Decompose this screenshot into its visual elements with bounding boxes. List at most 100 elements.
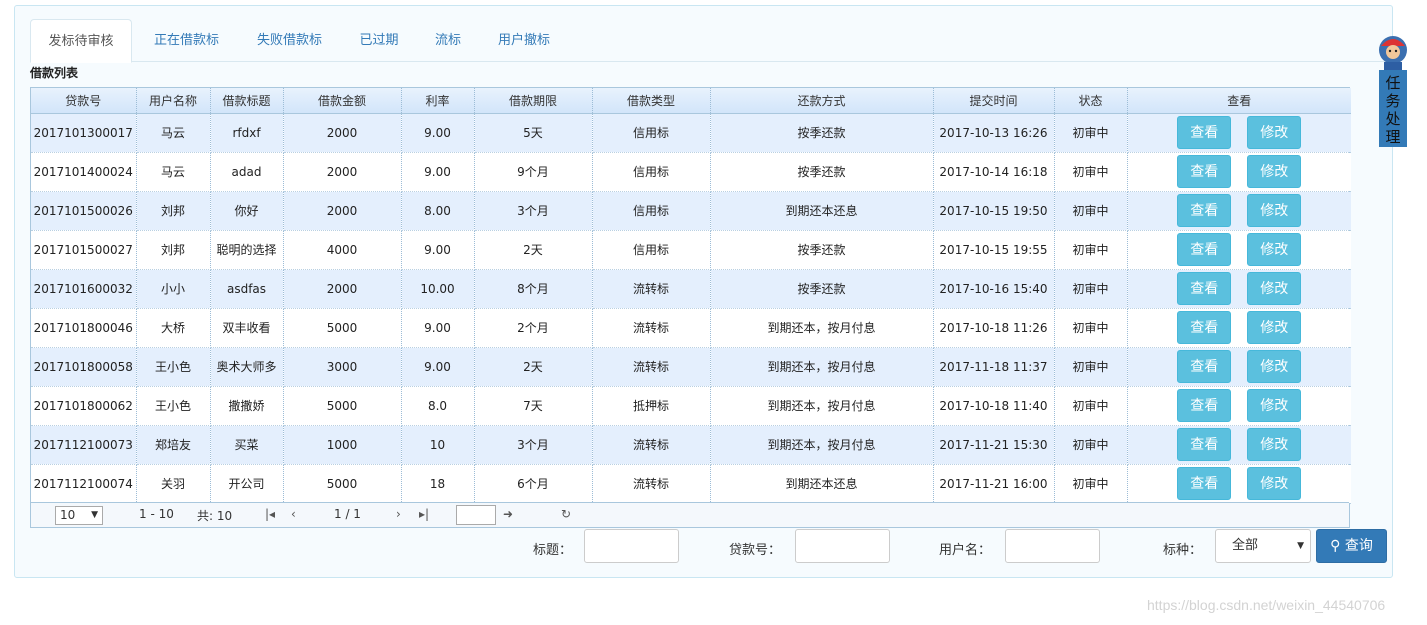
table-cell: 2017-10-15 19:55 [933, 230, 1055, 270]
table-cell: 到期还本，按月付息 [710, 308, 934, 348]
table-cell: 2000 [283, 269, 402, 309]
table-cell: 按季还款 [710, 152, 934, 192]
column-header: 贷款号 [31, 88, 137, 114]
table-cell: 信用标 [592, 152, 711, 192]
filter-username-input[interactable] [1005, 529, 1100, 563]
table-cell: 信用标 [592, 191, 711, 231]
view-button[interactable]: 查看 [1177, 233, 1232, 266]
table-cell: 7天 [474, 386, 593, 426]
go-arrow-icon[interactable]: ➜ [503, 507, 513, 521]
row-actions: 查看 修改 [1127, 347, 1351, 387]
edit-button[interactable]: 修改 [1247, 272, 1302, 305]
table-cell: 按季还款 [710, 269, 934, 309]
edit-button[interactable]: 修改 [1247, 350, 1302, 383]
view-button[interactable]: 查看 [1177, 194, 1232, 227]
table-cell: 你好 [210, 191, 284, 231]
view-button[interactable]: 查看 [1177, 428, 1232, 461]
tab-abandoned[interactable]: 流标 [420, 19, 476, 62]
table-cell: 9.00 [401, 152, 475, 192]
loan-grid: 贷款号 用户名称 借款标题 借款金额 利率 借款期限 借款类型 还款方式 提交时间 状态 查看 20… [30, 87, 1351, 528]
view-button[interactable]: 查看 [1177, 467, 1232, 500]
page-number-input[interactable] [456, 505, 496, 525]
filter-type-label: 标种： [1163, 543, 1203, 558]
table-cell: 初审中 [1054, 386, 1128, 426]
column-header: 借款类型 [592, 88, 711, 114]
table-cell: 到期还本，按月付息 [710, 425, 934, 465]
table-cell: 3000 [283, 347, 402, 387]
watermark: https://blog.csdn.net/weixin_44540706 [1147, 597, 1386, 613]
table-cell: 郑培友 [136, 425, 211, 465]
table-cell: 4000 [283, 230, 402, 270]
table-cell: 2017-10-16 15:40 [933, 269, 1055, 309]
side-task-panel[interactable]: 任务处理 [1379, 70, 1407, 147]
page-size-select[interactable]: 10 ▼ [55, 506, 103, 525]
table-cell: 9.00 [401, 347, 475, 387]
table-cell: 撒撒娇 [210, 386, 284, 426]
table-cell: 5000 [283, 464, 402, 504]
filter-loan-no-input[interactable] [795, 529, 890, 563]
table-cell: 2017101500027 [31, 230, 137, 270]
tab-failed[interactable]: 失败借款标 [242, 19, 337, 62]
tab-user-withdrawn[interactable]: 用户撤标 [486, 19, 562, 62]
table-cell: 到期还本，按月付息 [710, 347, 934, 387]
edit-button[interactable]: 修改 [1247, 467, 1302, 500]
filter-title-input[interactable] [584, 529, 679, 563]
column-header: 借款金额 [283, 88, 402, 114]
edit-button[interactable]: 修改 [1247, 116, 1302, 149]
table-cell: 18 [401, 464, 475, 504]
mascot-icon [1379, 36, 1407, 70]
view-button[interactable]: 查看 [1177, 155, 1232, 188]
table-cell: 信用标 [592, 113, 711, 153]
column-header: 借款期限 [474, 88, 593, 114]
table-cell: 马云 [136, 152, 211, 192]
first-page-icon[interactable]: |◂ [265, 507, 275, 521]
view-button[interactable]: 查看 [1177, 272, 1232, 305]
row-actions: 查看 修改 [1127, 113, 1351, 153]
table-cell: 2000 [283, 113, 402, 153]
tab-bar: 发标待审核 正在借款标 失败借款标 已过期 流标 用户撤标 [30, 19, 1392, 63]
edit-button[interactable]: 修改 [1247, 194, 1302, 227]
table-cell: 2017112100073 [31, 425, 137, 465]
next-page-icon[interactable]: › [396, 507, 401, 521]
last-page-icon[interactable]: ▸| [419, 507, 429, 521]
edit-button[interactable]: 修改 [1247, 155, 1302, 188]
table-cell: 初审中 [1054, 464, 1128, 504]
table-cell: 双丰收看 [210, 308, 284, 348]
table-cell: 2017-11-21 15:30 [933, 425, 1055, 465]
filter-type-select[interactable]: 全部 ▼ [1215, 529, 1311, 563]
loan-table: 贷款号 用户名称 借款标题 借款金额 利率 借款期限 借款类型 还款方式 提交时间 状态 查看 20… [31, 88, 1351, 504]
table-cell: 6个月 [474, 464, 593, 504]
filter-title-label: 标题： [533, 543, 573, 558]
search-button[interactable]: ⚲ 查询 [1316, 529, 1387, 563]
edit-button[interactable]: 修改 [1247, 389, 1302, 422]
table-cell: 刘邦 [136, 230, 211, 270]
table-cell: 2个月 [474, 308, 593, 348]
refresh-icon[interactable]: ↻ [561, 507, 571, 521]
table-cell: 2017112100074 [31, 464, 137, 504]
pager-total: 共: 10 [197, 509, 233, 523]
view-button[interactable]: 查看 [1177, 116, 1232, 149]
table-cell: 王小色 [136, 347, 211, 387]
table-cell: 流转标 [592, 347, 711, 387]
table-cell: 流转标 [592, 269, 711, 309]
row-actions: 查看 修改 [1127, 269, 1351, 309]
prev-page-icon[interactable]: ‹ [291, 507, 296, 521]
tab-borrowing[interactable]: 正在借款标 [139, 19, 234, 62]
tab-expired[interactable]: 已过期 [348, 19, 410, 62]
edit-button[interactable]: 修改 [1247, 311, 1302, 344]
table-cell: 8.00 [401, 191, 475, 231]
edit-button[interactable]: 修改 [1247, 233, 1302, 266]
filter-username-label: 用户名： [939, 543, 992, 558]
table-cell: 按季还款 [710, 113, 934, 153]
view-button[interactable]: 查看 [1177, 311, 1232, 344]
table-cell: 初审中 [1054, 269, 1128, 309]
view-button[interactable]: 查看 [1177, 350, 1232, 383]
edit-button[interactable]: 修改 [1247, 428, 1302, 461]
view-button[interactable]: 查看 [1177, 389, 1232, 422]
table-cell: 2天 [474, 230, 593, 270]
table-cell: 2017101500026 [31, 191, 137, 231]
row-actions: 查看 修改 [1127, 308, 1351, 348]
table-row: 2017101600032 小小 asdfas 2000 10.00 8个月 流转标 按季还款… [31, 269, 1351, 309]
tab-pending-review[interactable]: 发标待审核 [30, 19, 132, 63]
table-cell: 2017101800058 [31, 347, 137, 387]
